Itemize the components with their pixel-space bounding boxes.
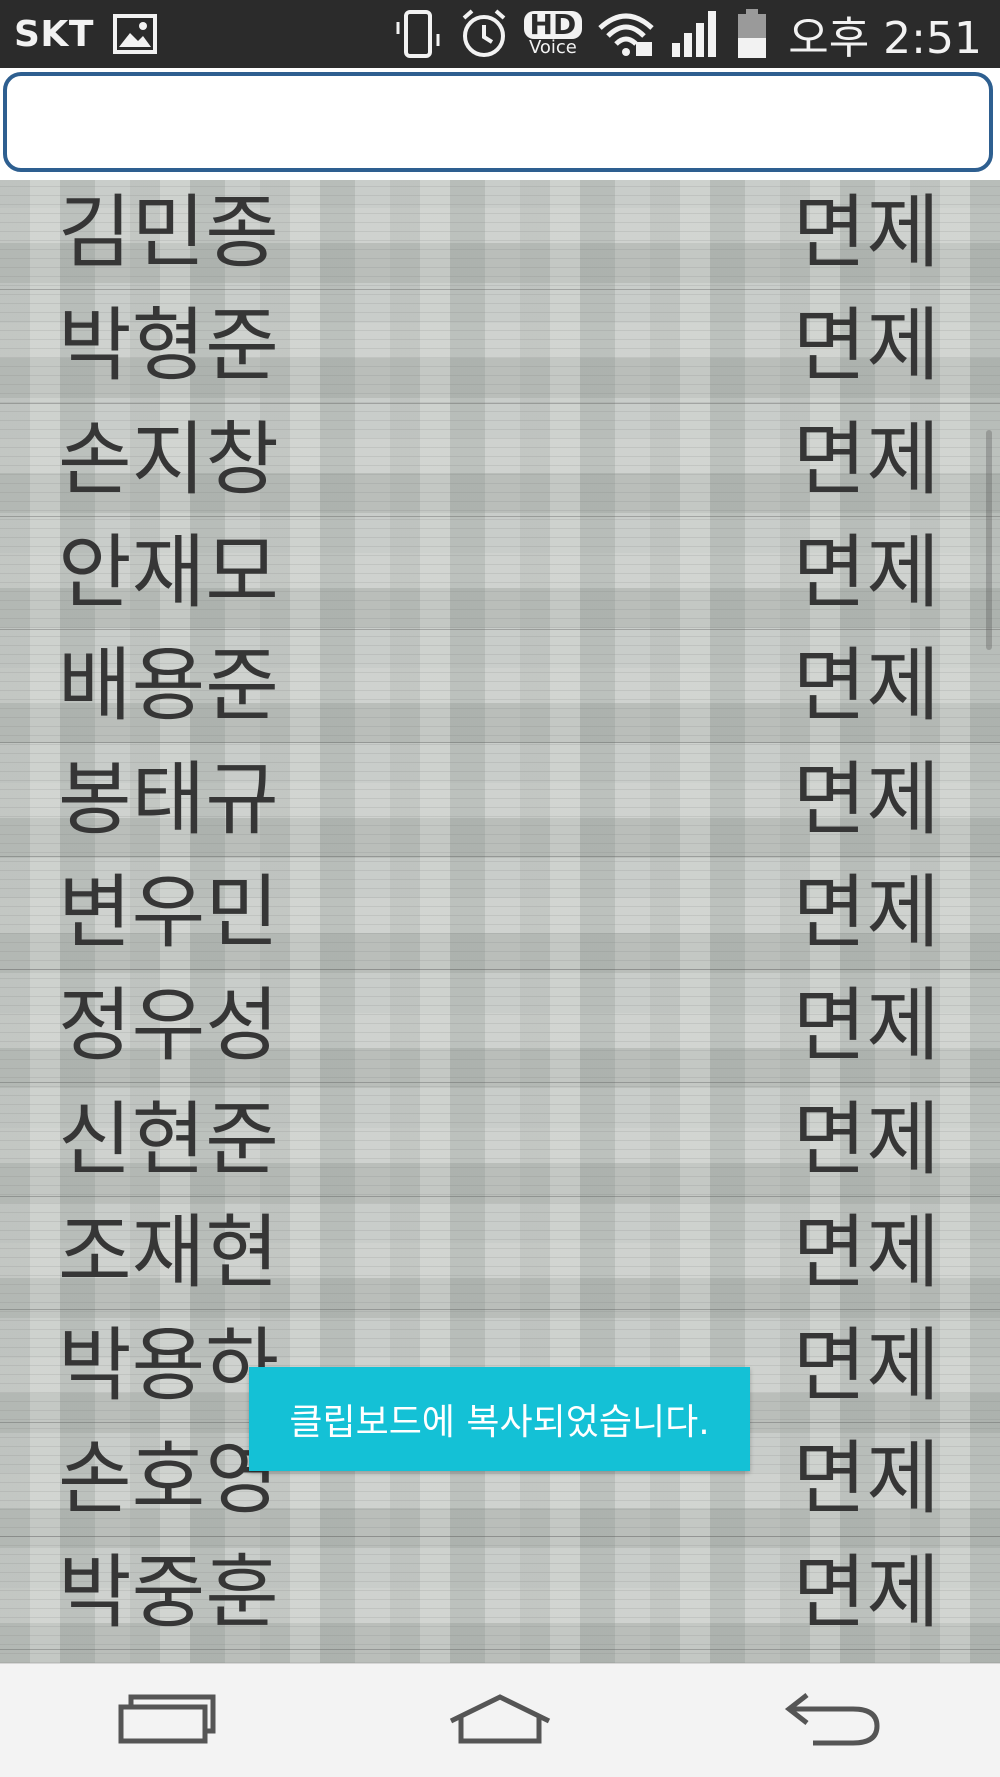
- person-name: 정우성: [58, 979, 279, 1073]
- scrollbar[interactable]: [986, 430, 992, 650]
- person-name: 박중훈: [58, 1545, 279, 1639]
- list-item[interactable]: 배용준 면제: [0, 630, 1000, 744]
- toast-message: 클립보드에 복사되었습니다.: [289, 1402, 710, 1443]
- back-icon: [783, 1691, 883, 1751]
- hd-voice-icon: HD Voice: [523, 11, 583, 58]
- service-status: 면제: [792, 1432, 940, 1526]
- list-item[interactable]: 신현준 면제: [0, 1083, 1000, 1197]
- list-item[interactable]: 박중훈 면제: [0, 1537, 1000, 1650]
- list-item[interactable]: 안재모 면제: [0, 517, 1000, 631]
- person-name: 신현준: [58, 1092, 279, 1186]
- home-icon: [445, 1691, 555, 1751]
- back-button[interactable]: [733, 1666, 933, 1776]
- clock: 오후 2:51: [788, 13, 982, 64]
- service-status: 면제: [792, 639, 940, 733]
- navigation-bar: [0, 1663, 1000, 1777]
- person-name: 안재모: [58, 526, 279, 620]
- service-status: 면제: [792, 526, 940, 620]
- list-item[interactable]: 박형준 면제: [0, 290, 1000, 404]
- signal-icon: [670, 9, 722, 59]
- search-bar: [0, 68, 1000, 180]
- alarm-icon: [458, 8, 510, 60]
- service-status: 면제: [792, 865, 940, 959]
- gallery-icon: [112, 13, 158, 55]
- wifi-icon: [596, 10, 656, 58]
- person-name: 변우민: [58, 865, 279, 959]
- service-status: 면제: [792, 752, 940, 846]
- carrier-label: SKT: [14, 13, 94, 55]
- recent-apps-button[interactable]: [67, 1666, 267, 1776]
- list-item[interactable]: 봉태규 면제: [0, 743, 1000, 857]
- service-status: 면제: [792, 1205, 940, 1299]
- toast: 클립보드에 복사되었습니다.: [249, 1367, 750, 1471]
- recent-apps-icon: [117, 1693, 217, 1749]
- person-name: 손호영: [58, 1432, 279, 1526]
- person-name: 배용준: [58, 639, 279, 733]
- hd-label: HD: [523, 11, 583, 39]
- person-name: 김민종: [58, 186, 279, 280]
- home-button[interactable]: [400, 1666, 600, 1776]
- person-name: 박용하: [58, 1319, 279, 1413]
- person-name: 조재현: [58, 1205, 279, 1299]
- list-item[interactable]: 손지창 면제: [0, 404, 1000, 517]
- service-status: 면제: [792, 1545, 940, 1639]
- voice-label: Voice: [528, 37, 577, 58]
- list-item[interactable]: 조재현 면제: [0, 1197, 1000, 1310]
- battery-icon: [736, 8, 768, 60]
- status-bar: SKT HD Voice 오후 2:51: [0, 0, 1000, 68]
- list-item[interactable]: 김민종 면제: [0, 180, 1000, 291]
- person-name: 손지창: [58, 412, 279, 506]
- service-status: 면제: [792, 1319, 940, 1413]
- vibrate-icon: [392, 8, 444, 60]
- list-item[interactable]: 변우민 면제: [0, 857, 1000, 971]
- person-name: 박형준: [58, 299, 279, 393]
- list-item[interactable]: 정우성 면제: [0, 970, 1000, 1084]
- service-status: 면제: [792, 1092, 940, 1186]
- name-input[interactable]: [3, 72, 993, 172]
- person-name: 봉태규: [58, 752, 279, 846]
- service-status: 면제: [792, 979, 940, 1073]
- service-status: 면제: [792, 412, 940, 506]
- service-status: 면제: [792, 186, 940, 280]
- service-status: 면제: [792, 299, 940, 393]
